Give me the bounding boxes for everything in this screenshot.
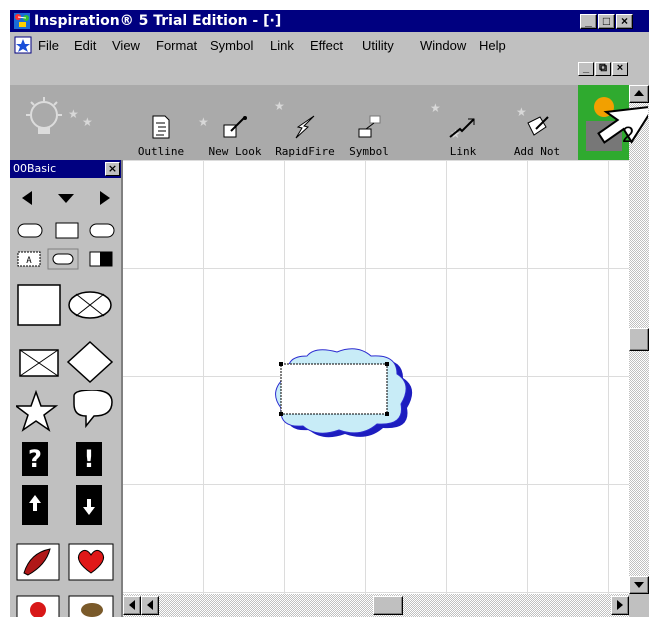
menu-link[interactable]: Link <box>270 38 294 53</box>
toolbar: ★ ★ ★ ★ ★ ★ ★ Outline New Look RapidFire… <box>10 85 630 161</box>
star-shape[interactable] <box>16 390 59 432</box>
palette-row-clipart-2 <box>16 595 114 617</box>
tool-rapidfire-button[interactable]: RapidFire <box>272 115 338 161</box>
menu-edit[interactable]: Edit <box>74 38 96 53</box>
star-decoration-icon: ★ <box>82 115 93 129</box>
star-decoration-icon: ★ <box>430 101 441 115</box>
link-icon <box>449 118 475 138</box>
down-triangle-icon <box>634 582 644 588</box>
scroll-down-button[interactable] <box>629 576 649 594</box>
cloud-symbol[interactable] <box>267 346 417 438</box>
symbol-palette: 00Basic × A ? ! <box>10 160 123 617</box>
palette-title-bar[interactable]: 00Basic × <box>10 160 121 178</box>
tool-new-look-label: New Look <box>208 145 262 158</box>
add-note-icon <box>527 116 549 136</box>
pointer-cursor-icon: 2 <box>597 105 648 147</box>
symbol-icon <box>358 115 381 138</box>
right-arrow-icon[interactable] <box>100 191 110 205</box>
menu-utility[interactable]: Utility <box>362 38 394 53</box>
diagram-canvas[interactable] <box>123 160 629 594</box>
tool-symbol-button[interactable]: Symbol <box>336 115 402 161</box>
palette-row-large-shapes <box>17 284 112 326</box>
tool-outline-label: Outline <box>137 145 185 158</box>
document-restore-button[interactable]: ⧉ <box>595 62 611 76</box>
palette-row-star-speech <box>16 390 113 432</box>
new-look-icon <box>223 116 247 138</box>
menu-file[interactable]: File <box>38 38 59 53</box>
menu-bar: File Edit View Format Symbol Link Effect… <box>10 32 649 84</box>
window-title: Inspiration® 5 Trial Edition - [·] <box>34 13 282 29</box>
menu-help[interactable]: Help <box>479 38 506 53</box>
menu-symbol[interactable]: Symbol <box>210 38 253 53</box>
star-decoration-icon: ★ <box>274 99 285 113</box>
palette-close-button[interactable]: × <box>105 162 120 176</box>
palette-title: 00Basic <box>13 162 57 175</box>
down-arrow-icon[interactable] <box>58 194 74 203</box>
palette-row-decision-shapes <box>19 340 114 384</box>
title-bar[interactable]: Inspiration® 5 Trial Edition - [·] _ □ × <box>10 10 649 32</box>
shadow-box-fill <box>100 252 112 266</box>
left-triangle-icon <box>147 600 153 610</box>
palette-navigation-arrows <box>22 191 110 205</box>
tool-rapidfire-label: RapidFire <box>275 145 335 158</box>
lightbulb-logo-icon <box>26 97 62 134</box>
tool-link-button[interactable]: Link <box>430 115 496 161</box>
inspiration-app-icon <box>14 13 30 29</box>
right-triangle-icon <box>617 600 623 610</box>
rounded-rect-shape[interactable] <box>17 223 43 238</box>
star-decoration-icon: ★ <box>68 107 79 121</box>
scroll-left-button[interactable] <box>123 596 141 615</box>
tool-outline-button[interactable]: Outline <box>128 115 194 161</box>
application-window: Inspiration® 5 Trial Edition - [·] _ □ ×… <box>10 10 649 617</box>
vertical-scroll-thumb[interactable] <box>629 328 649 351</box>
palette-row-basic-shapes <box>17 222 115 239</box>
palette-row-clipart <box>16 543 114 581</box>
horizontal-scrollbar[interactable] <box>123 594 629 617</box>
palette-row-up-down <box>22 485 102 525</box>
maximize-button[interactable]: □ <box>598 14 615 29</box>
tool-add-note-button[interactable]: Add Not <box>504 115 570 161</box>
outline-document-icon <box>152 115 170 139</box>
large-rectangle-shape[interactable] <box>17 284 61 326</box>
tool-add-note-label: Add Not <box>513 145 561 158</box>
diamond-shape[interactable] <box>66 340 114 384</box>
tool-link-label: Link <box>449 145 477 158</box>
menu-window[interactable]: Window <box>420 38 466 53</box>
left-triangle-icon <box>129 600 135 610</box>
exclamation-symbol-shape[interactable]: ! <box>76 442 102 476</box>
scroll-left-button-secondary[interactable] <box>141 596 159 615</box>
horizontal-scroll-thumb[interactable] <box>373 596 403 615</box>
oval-shape[interactable] <box>89 223 115 238</box>
close-button[interactable]: × <box>616 14 633 29</box>
rapidfire-lightning-icon <box>295 115 315 139</box>
tool-symbol-label: Symbol <box>349 145 389 158</box>
cloud-shape[interactable] <box>52 253 74 265</box>
menu-format[interactable]: Format <box>156 38 197 53</box>
rectangle-shape[interactable] <box>55 222 79 239</box>
left-arrow-icon[interactable] <box>22 191 32 205</box>
document-close-button[interactable]: × <box>612 62 628 76</box>
speech-bubble-shape[interactable] <box>73 390 113 429</box>
minimize-button[interactable]: _ <box>580 14 597 29</box>
labeled-box-text: A <box>26 256 32 266</box>
document-minimize-button[interactable]: _ <box>578 62 594 76</box>
palette-row-styled-shapes: A <box>17 248 113 270</box>
selected-text-box[interactable] <box>280 363 388 415</box>
cursor-badge-number: 2 <box>622 122 634 147</box>
scroll-right-button[interactable] <box>611 596 629 615</box>
menu-view[interactable]: View <box>112 38 140 53</box>
menu-effect[interactable]: Effect <box>310 38 343 53</box>
tool-new-look-button[interactable]: New Look <box>202 115 268 161</box>
document-icon[interactable] <box>14 36 32 54</box>
question-symbol-shape[interactable]: ? <box>22 442 48 476</box>
